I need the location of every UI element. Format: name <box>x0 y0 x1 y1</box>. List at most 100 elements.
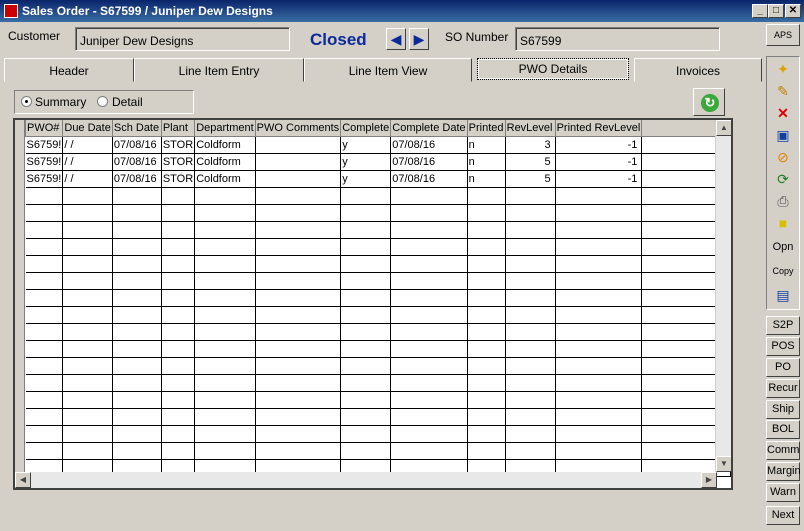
table-cell[interactable] <box>505 306 556 324</box>
table-cell[interactable] <box>161 442 196 460</box>
table-cell[interactable] <box>555 374 643 392</box>
table-cell[interactable] <box>505 204 556 222</box>
table-cell[interactable] <box>505 442 556 460</box>
table-cell[interactable] <box>194 442 256 460</box>
table-cell[interactable] <box>194 323 256 341</box>
table-cell[interactable] <box>340 340 392 358</box>
table-cell[interactable] <box>555 391 643 409</box>
table-cell[interactable] <box>25 204 64 222</box>
table-cell[interactable] <box>161 306 196 324</box>
column-header[interactable]: RevLevel <box>504 120 556 137</box>
table-cell[interactable] <box>25 374 64 392</box>
table-cell[interactable] <box>505 272 556 290</box>
table-cell[interactable] <box>112 391 162 409</box>
table-cell[interactable] <box>25 425 64 443</box>
edit-icon[interactable]: ✎ <box>769 81 797 101</box>
table-cell[interactable] <box>390 340 468 358</box>
side-button-pos[interactable]: POS <box>766 337 800 356</box>
table-cell[interactable] <box>340 323 392 341</box>
table-cell[interactable] <box>62 238 113 256</box>
table-cell[interactable]: STOR <box>161 153 196 171</box>
side-button-comm[interactable]: Comm <box>766 441 800 460</box>
minimize-button[interactable]: _ <box>752 4 768 18</box>
table-cell[interactable] <box>25 272 64 290</box>
table-row[interactable] <box>25 425 731 443</box>
table-cell[interactable] <box>467 323 506 341</box>
scroll-down-icon[interactable]: ▼ <box>716 456 731 472</box>
table-cell[interactable]: -1 <box>555 170 643 188</box>
table-cell[interactable] <box>194 238 256 256</box>
table-cell[interactable]: Coldform <box>194 170 256 188</box>
tab-invoices[interactable]: Invoices <box>634 58 762 82</box>
table-cell[interactable]: n <box>467 136 506 154</box>
table-cell[interactable] <box>255 221 342 239</box>
table-cell[interactable] <box>505 374 556 392</box>
table-cell[interactable] <box>255 153 342 171</box>
table-cell[interactable] <box>390 306 468 324</box>
column-header[interactable]: Plant <box>160 120 196 137</box>
table-cell[interactable] <box>340 306 392 324</box>
side-button-margin[interactable]: Margin <box>766 462 801 481</box>
table-cell[interactable] <box>467 408 506 426</box>
table-cell[interactable]: S6759! <box>25 136 64 154</box>
table-cell[interactable] <box>25 442 64 460</box>
delete-icon[interactable]: ✕ <box>769 103 797 123</box>
table-cell[interactable] <box>62 221 113 239</box>
table-cell[interactable]: / / <box>62 170 113 188</box>
table-cell[interactable] <box>390 374 468 392</box>
table-cell[interactable] <box>255 238 342 256</box>
column-header[interactable]: PWO# <box>24 120 64 137</box>
table-cell[interactable] <box>505 408 556 426</box>
table-row[interactable] <box>25 238 731 256</box>
table-cell[interactable] <box>161 255 196 273</box>
table-cell[interactable] <box>390 255 468 273</box>
table-cell[interactable] <box>255 204 342 222</box>
table-cell[interactable] <box>555 255 643 273</box>
table-cell[interactable] <box>390 272 468 290</box>
table-cell[interactable] <box>62 204 113 222</box>
table-cell[interactable] <box>255 170 342 188</box>
table-cell[interactable] <box>505 221 556 239</box>
table-cell[interactable] <box>467 272 506 290</box>
table-cell[interactable]: STOR <box>161 170 196 188</box>
table-cell[interactable]: Coldform <box>194 153 256 171</box>
table-cell[interactable]: y <box>340 136 392 154</box>
table-cell[interactable] <box>62 272 113 290</box>
table-cell[interactable] <box>467 374 506 392</box>
table-cell[interactable] <box>161 357 196 375</box>
table-cell[interactable] <box>390 238 468 256</box>
table-cell[interactable] <box>112 289 162 307</box>
table-cell[interactable] <box>25 340 64 358</box>
open-button[interactable]: Opn <box>769 237 797 257</box>
table-cell[interactable] <box>62 408 113 426</box>
table-cell[interactable] <box>194 408 256 426</box>
table-cell[interactable]: 07/08/16 <box>390 136 468 154</box>
table-cell[interactable] <box>505 391 556 409</box>
table-cell[interactable] <box>161 187 196 205</box>
table-cell[interactable] <box>340 289 392 307</box>
table-cell[interactable] <box>467 204 506 222</box>
table-cell[interactable] <box>194 340 256 358</box>
tab-header[interactable]: Header <box>4 58 134 82</box>
table-cell[interactable] <box>255 340 342 358</box>
table-cell[interactable] <box>112 238 162 256</box>
cancel-icon[interactable]: ⊘ <box>769 147 797 167</box>
table-cell[interactable] <box>467 391 506 409</box>
table-cell[interactable] <box>62 442 113 460</box>
table-cell[interactable] <box>62 357 113 375</box>
side-button-next[interactable]: Next <box>766 506 800 525</box>
table-cell[interactable] <box>467 255 506 273</box>
table-cell[interactable] <box>112 442 162 460</box>
table-cell[interactable]: -1 <box>555 136 643 154</box>
table-cell[interactable] <box>505 357 556 375</box>
table-row[interactable] <box>25 221 731 239</box>
table-cell[interactable] <box>467 306 506 324</box>
column-header[interactable]: PWO Comments <box>254 120 342 137</box>
table-cell[interactable]: n <box>467 170 506 188</box>
table-cell[interactable] <box>25 323 64 341</box>
table-cell[interactable] <box>390 391 468 409</box>
table-cell[interactable] <box>340 425 392 443</box>
table-cell[interactable] <box>255 272 342 290</box>
table-cell[interactable] <box>194 272 256 290</box>
table-cell[interactable] <box>505 289 556 307</box>
